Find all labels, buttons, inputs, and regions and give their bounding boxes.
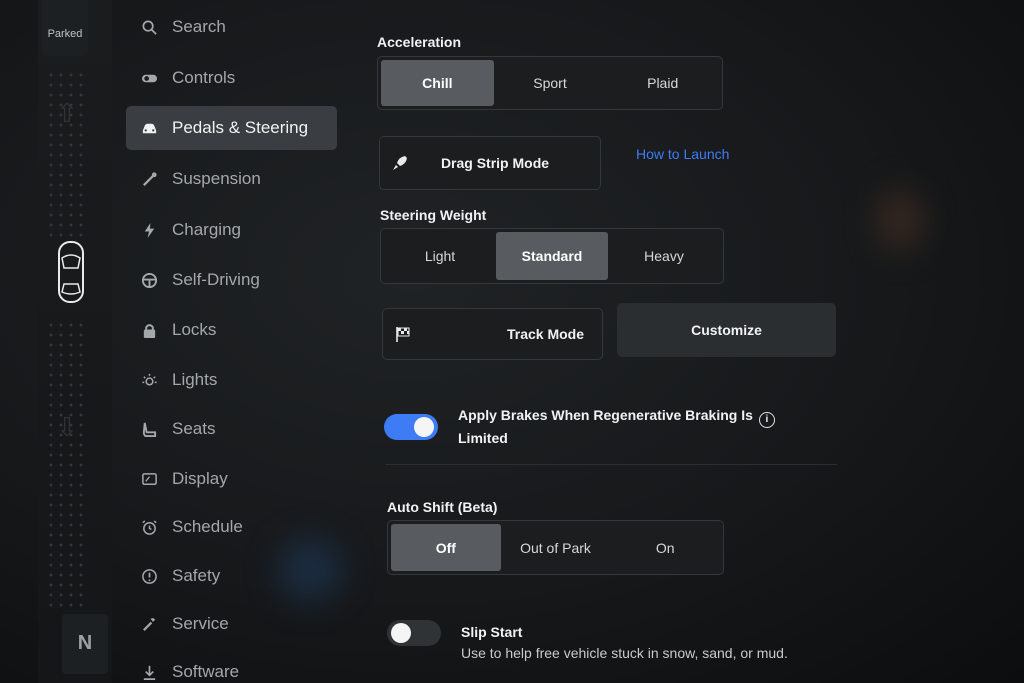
regen-brakes-label: Apply Brakes When Regenerative Braking I…	[458, 405, 818, 448]
slip-start-toggle[interactable]	[387, 620, 441, 646]
wrench-icon	[140, 170, 158, 188]
sidebar-item-label: Controls	[172, 68, 236, 87]
regen-brakes-label-line2: Limited	[458, 430, 508, 446]
sidebar-item-lights[interactable]: Lights	[126, 358, 337, 402]
steering-option-light[interactable]: Light	[384, 232, 496, 280]
auto-shift-option-off[interactable]: Off	[391, 524, 501, 571]
touchscreen: Parked ⇧ ⇩ N Search Controls Pedals & St…	[0, 0, 1024, 683]
display-icon	[140, 470, 158, 488]
sidebar-item-self-driving[interactable]: Self-Driving	[126, 258, 337, 302]
alarm-clock-icon	[140, 518, 158, 536]
sidebar-item-label: Charging	[172, 220, 241, 239]
sidebar-item-display[interactable]: Display	[126, 457, 337, 501]
arrow-down-icon: ⇩	[56, 412, 78, 442]
customize-button[interactable]: Customize	[617, 303, 836, 357]
acceleration-selector: Chill Sport Plaid	[377, 56, 723, 110]
steering-weight-selector: Light Standard Heavy	[380, 228, 724, 284]
toggle-knob	[414, 417, 434, 437]
car-icon	[140, 119, 158, 137]
sidebar-item-label: Self-Driving	[172, 270, 260, 289]
acceleration-option-chill[interactable]: Chill	[381, 60, 494, 106]
sidebar-item-charging[interactable]: Charging	[126, 208, 337, 252]
drag-strip-mode-label: Drag Strip Mode	[440, 155, 550, 171]
sun-icon	[140, 371, 158, 389]
sidebar-item-label: Safety	[172, 566, 221, 585]
rocket-icon	[380, 154, 420, 172]
arrow-up-icon: ⇧	[56, 98, 78, 128]
acceleration-option-sport[interactable]: Sport	[494, 60, 607, 106]
download-icon	[140, 663, 158, 681]
auto-shift-selector: Off Out of Park On	[387, 520, 724, 575]
checkered-flag-icon	[383, 325, 423, 343]
sidebar-item-schedule[interactable]: Schedule	[126, 505, 337, 549]
sidebar-item-locks[interactable]: Locks	[126, 308, 337, 352]
sidebar-item-label: Service	[172, 614, 229, 633]
sidebar-item-service[interactable]: Service	[126, 602, 337, 646]
lightning-icon	[140, 221, 158, 239]
car-top-view-icon	[56, 240, 86, 309]
slip-start-description: Use to help free vehicle stuck in snow, …	[461, 645, 788, 661]
sidebar-item-label: Locks	[172, 320, 217, 339]
toggle-knob	[391, 623, 411, 643]
sidebar-item-label: Search	[172, 17, 226, 36]
sidebar-item-software[interactable]: Software	[126, 650, 337, 683]
section-divider	[385, 464, 837, 465]
steering-option-heavy[interactable]: Heavy	[608, 232, 720, 280]
acceleration-label: Acceleration	[377, 34, 462, 50]
gear-track-dots	[46, 320, 86, 610]
regen-brakes-toggle[interactable]	[384, 414, 438, 440]
info-icon[interactable]: i	[758, 412, 775, 428]
gear-neutral[interactable]: N	[62, 614, 108, 674]
drag-strip-mode-button[interactable]: Drag Strip Mode	[379, 136, 601, 190]
sidebar-item-label: Schedule	[172, 517, 243, 536]
sidebar-item-label: Pedals & Steering	[172, 118, 309, 137]
sidebar-item-seats[interactable]: Seats	[126, 407, 337, 451]
acceleration-option-plaid[interactable]: Plaid	[606, 60, 719, 106]
auto-shift-option-on[interactable]: On	[610, 524, 720, 571]
sidebar-item-label: Software	[172, 662, 240, 681]
sidebar-item-pedals-steering[interactable]: Pedals & Steering	[126, 106, 337, 150]
auto-shift-option-out-of-park[interactable]: Out of Park	[501, 524, 611, 571]
steering-weight-label: Steering Weight	[380, 207, 487, 223]
toggle-icon	[140, 69, 158, 87]
sidebar-item-label: Suspension	[172, 169, 261, 188]
sidebar-item-label: Lights	[172, 370, 218, 389]
track-mode-button[interactable]: Track Mode	[382, 308, 603, 360]
lock-icon	[140, 321, 158, 339]
wrench-icon	[140, 615, 158, 633]
sidebar-item-search[interactable]: Search	[126, 5, 337, 49]
search-icon	[140, 18, 158, 36]
gear-selector[interactable]: Parked ⇧ ⇩ N	[38, 0, 112, 683]
sidebar-item-safety[interactable]: Safety	[126, 554, 337, 598]
track-mode-label: Track Mode	[506, 326, 584, 342]
gear-parked[interactable]: Parked	[42, 0, 88, 56]
gear-track-dots	[46, 70, 86, 240]
sidebar-item-label: Display	[172, 469, 228, 488]
auto-shift-label: Auto Shift (Beta)	[387, 499, 498, 515]
sidebar-item-label: Seats	[172, 419, 216, 438]
steering-wheel-icon	[140, 271, 158, 289]
alert-circle-icon	[140, 567, 158, 585]
sidebar-item-controls[interactable]: Controls	[126, 56, 337, 100]
slip-start-label: Slip Start	[461, 624, 523, 640]
reflection-glow	[880, 190, 920, 250]
regen-brakes-label-line1: Apply Brakes When Regenerative Braking I…	[458, 407, 753, 423]
sidebar-item-suspension[interactable]: Suspension	[126, 157, 337, 201]
seat-icon	[140, 420, 158, 438]
steering-option-standard[interactable]: Standard	[496, 232, 608, 280]
how-to-launch-link[interactable]: How to Launch	[636, 146, 729, 162]
